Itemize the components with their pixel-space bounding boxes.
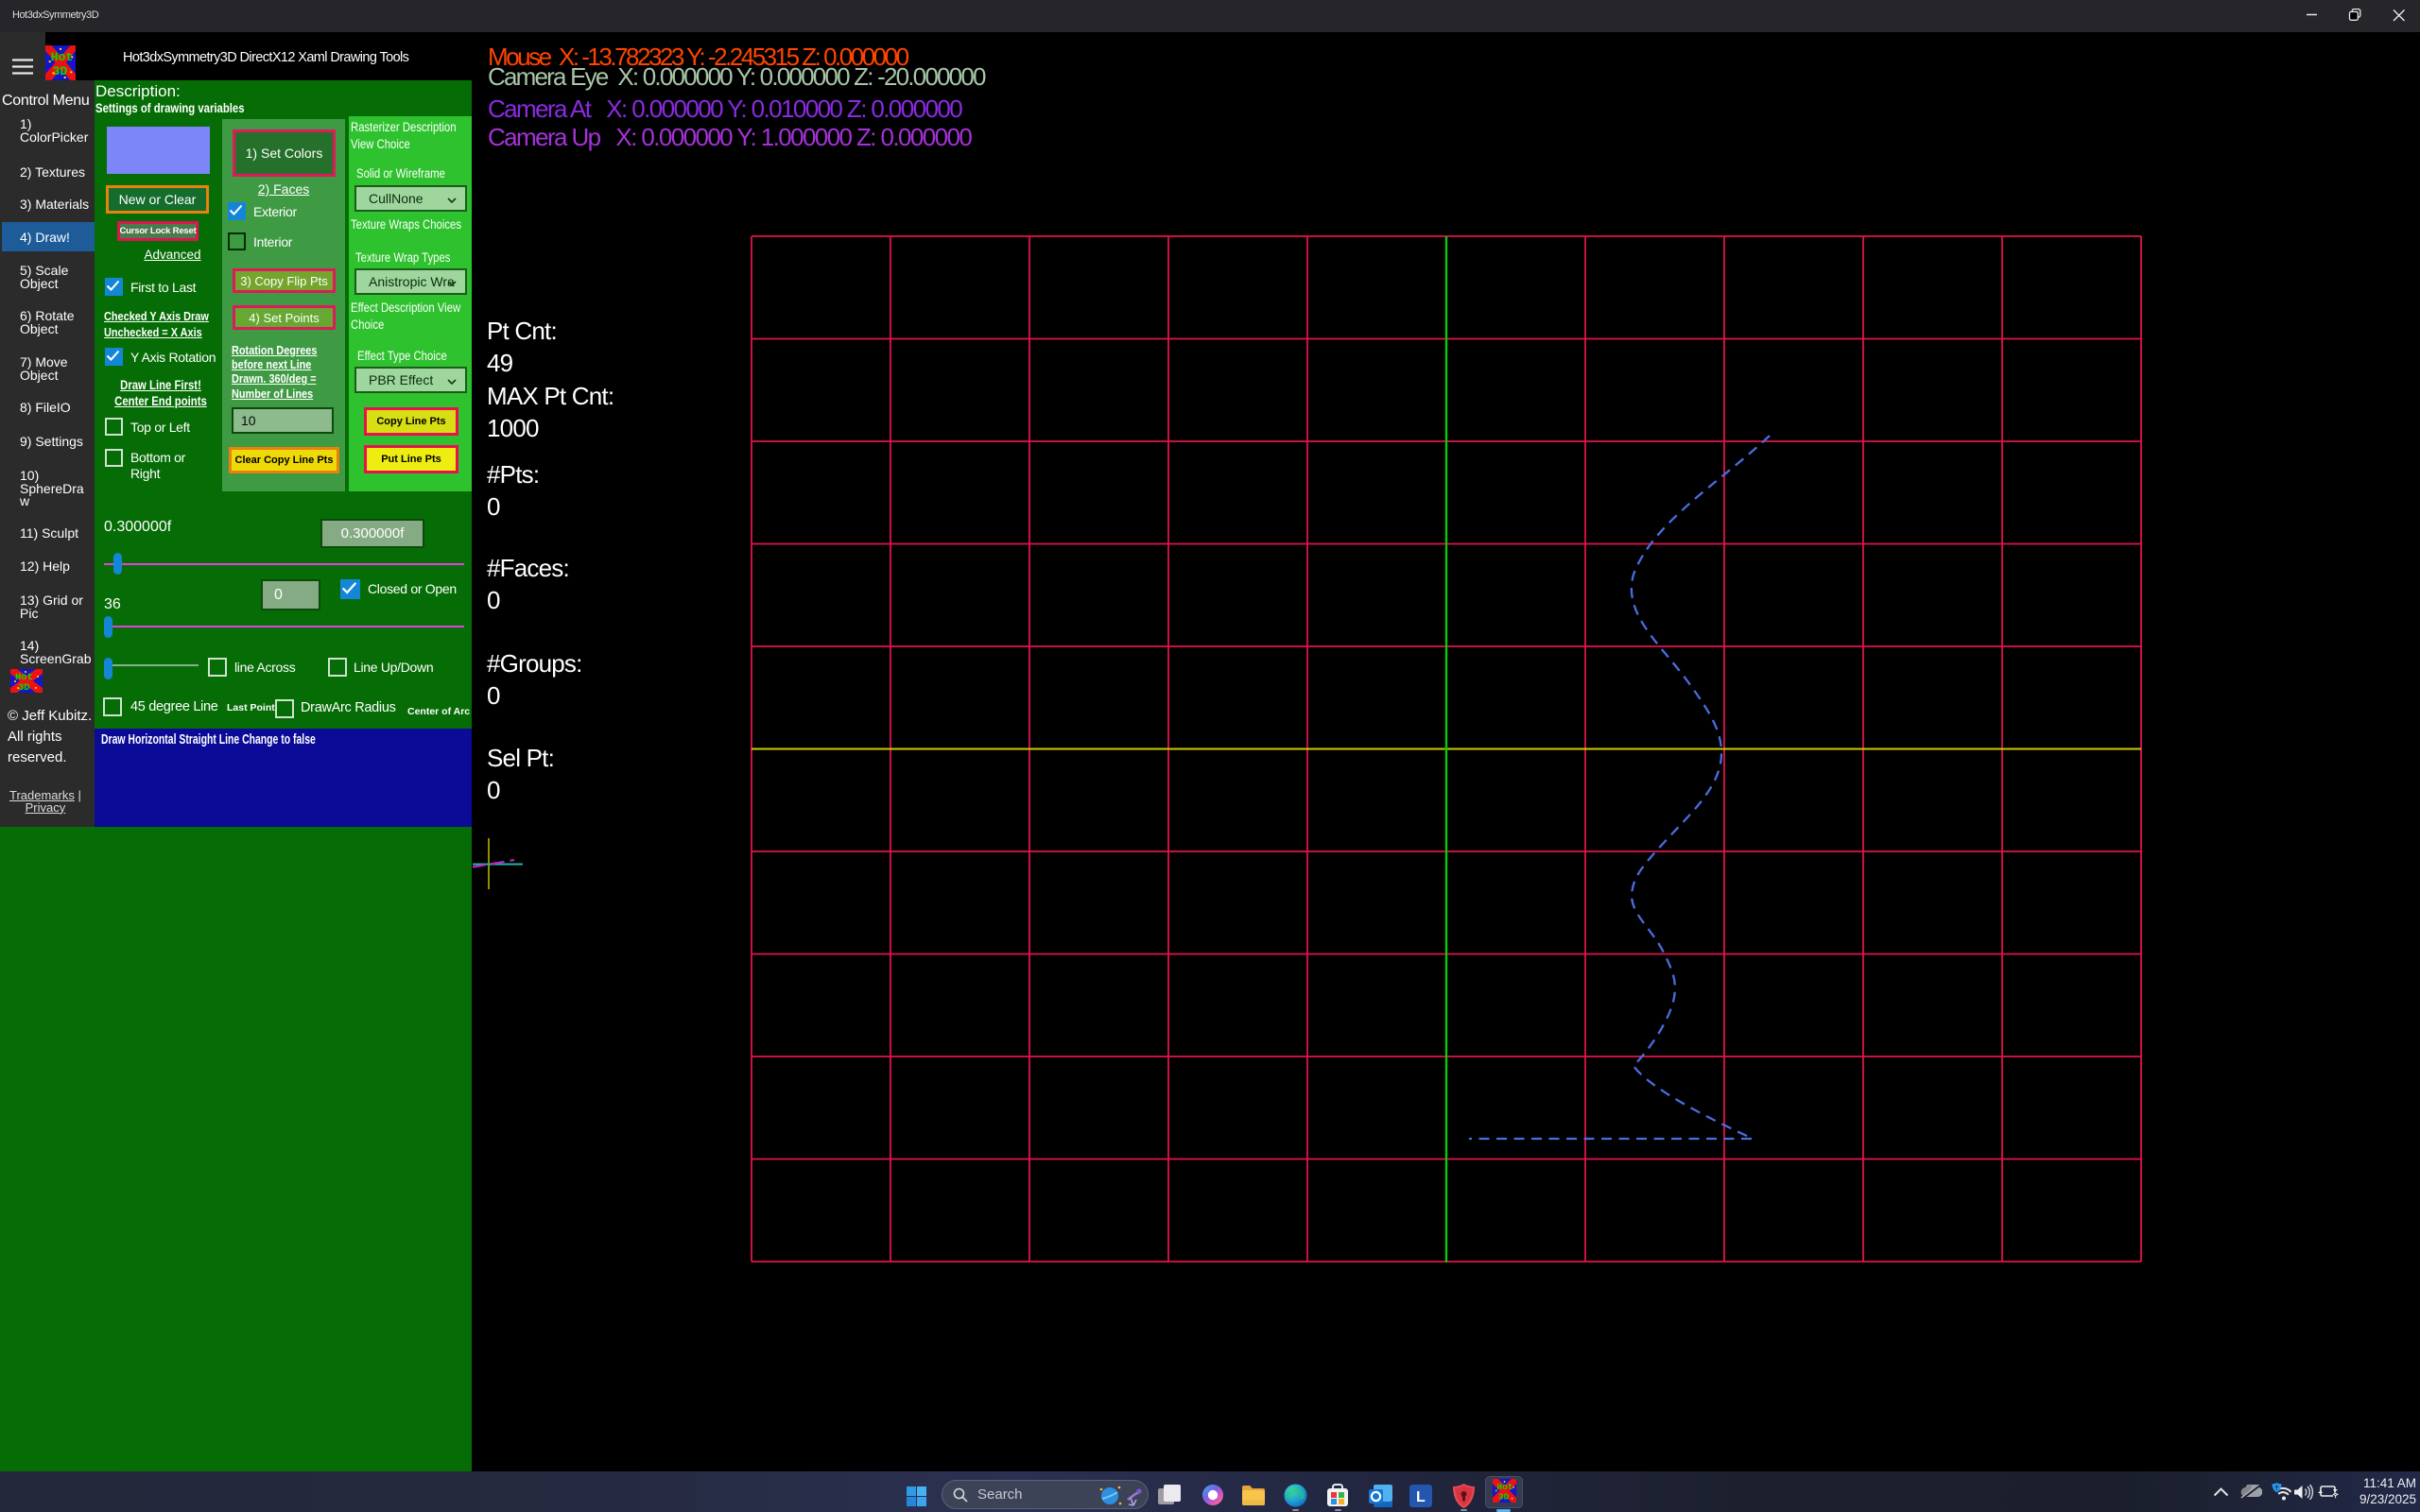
svg-text:3D: 3D bbox=[18, 682, 30, 693]
svg-text:Hot: Hot bbox=[1496, 1482, 1512, 1492]
svg-text:L: L bbox=[1416, 1489, 1426, 1505]
svg-text:3D: 3D bbox=[1498, 1491, 1510, 1502]
svg-text:Hot: Hot bbox=[51, 50, 74, 64]
